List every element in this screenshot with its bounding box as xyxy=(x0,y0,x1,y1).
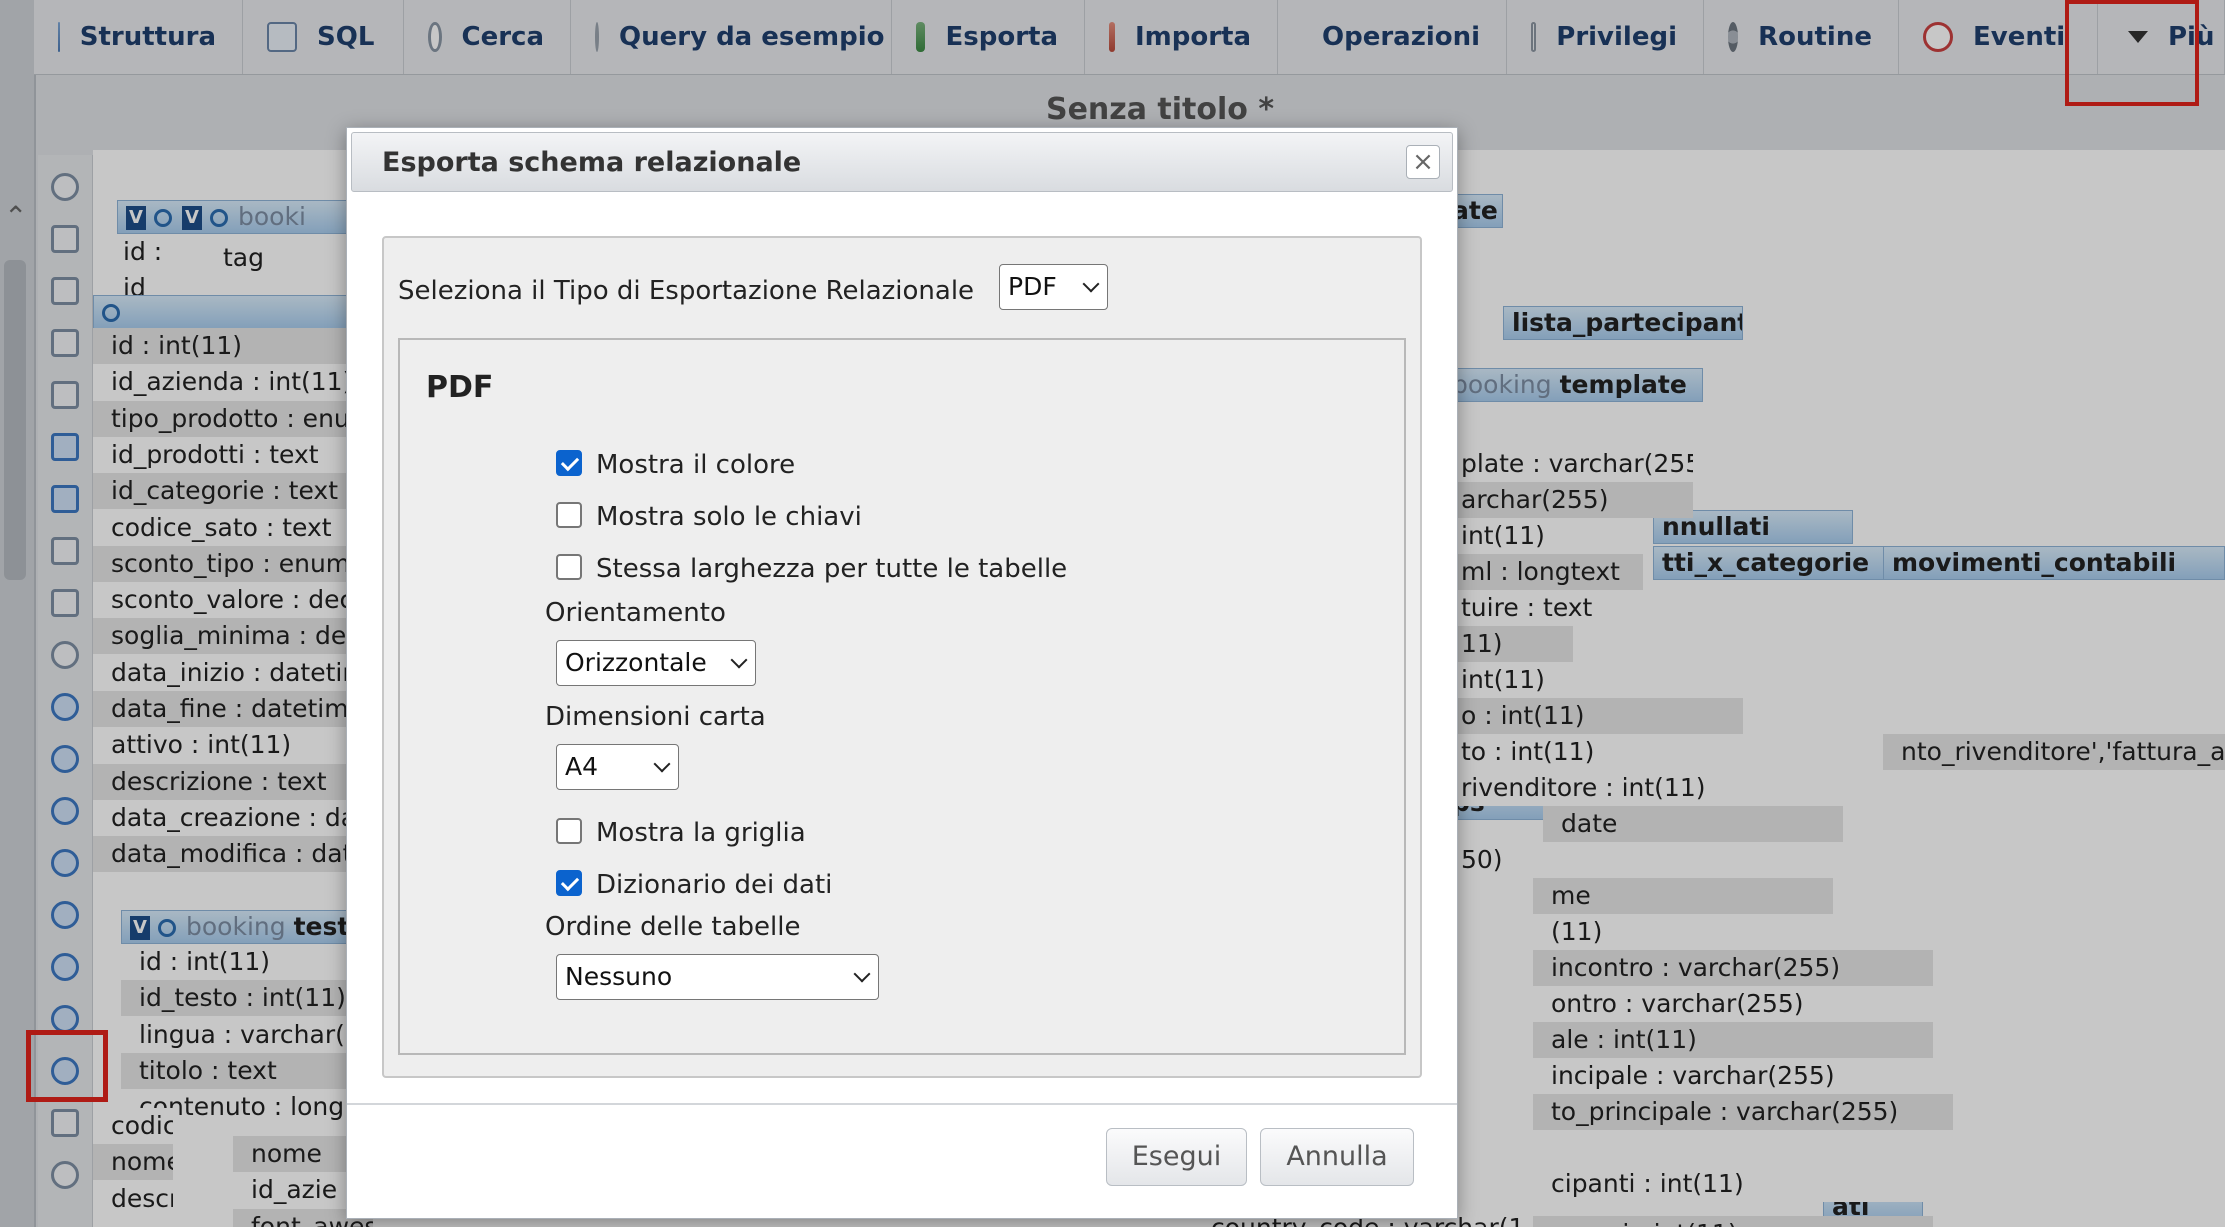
export-type-fieldset: Seleziona il Tipo di Esportazione Relazi… xyxy=(382,236,1422,1078)
chevron-down-icon xyxy=(853,965,871,983)
dialog-titlebar[interactable]: Esporta schema relazionale × xyxy=(351,132,1453,192)
export-type-value: PDF xyxy=(1008,272,1057,301)
pdf-options-fieldset: PDF Mostra il colore Mostra solo le chia… xyxy=(398,338,1406,1055)
paper-size-label: Dimensioni carta xyxy=(545,702,766,732)
option-same-width[interactable]: Stessa larghezza per tutte le tabelle xyxy=(556,553,1068,584)
close-button[interactable]: × xyxy=(1406,145,1440,179)
chevron-down-icon xyxy=(653,755,671,773)
table-order-label: Ordine delle tabelle xyxy=(545,912,801,942)
checkbox-same-width[interactable] xyxy=(556,553,582,580)
cancel-button[interactable]: Annulla xyxy=(1260,1128,1414,1186)
pdf-legend: PDF xyxy=(426,370,494,405)
checkbox-data-dictionary[interactable] xyxy=(556,869,582,896)
option-label: Mostra la griglia xyxy=(596,818,806,848)
dialog-title: Esporta schema relazionale xyxy=(382,147,802,178)
checkbox-show-grid[interactable] xyxy=(556,817,582,844)
paper-size-select[interactable]: A4 xyxy=(556,744,679,790)
option-show-keys-only[interactable]: Mostra solo le chiavi xyxy=(556,501,862,532)
option-label: Dizionario dei dati xyxy=(596,870,833,900)
table-order-select[interactable]: Nessuno xyxy=(556,954,879,1000)
option-label: Mostra il colore xyxy=(596,450,796,480)
chevron-down-icon xyxy=(1082,275,1100,293)
option-label: Stessa larghezza per tutte le tabelle xyxy=(596,554,1068,584)
orientation-select[interactable]: Orizzontale xyxy=(556,640,756,686)
export-type-label: Seleziona il Tipo di Esportazione Relazi… xyxy=(398,276,975,306)
orientation-label: Orientamento xyxy=(545,598,726,628)
checkbox-show-color[interactable] xyxy=(556,449,582,476)
checkbox-show-keys-only[interactable] xyxy=(556,501,582,528)
option-show-color[interactable]: Mostra il colore xyxy=(556,449,796,480)
export-type-select[interactable]: PDF xyxy=(999,264,1108,310)
orientation-value: Orizzontale xyxy=(565,648,707,677)
option-data-dictionary[interactable]: Dizionario dei dati xyxy=(556,869,833,900)
execute-button[interactable]: Esegui xyxy=(1106,1128,1247,1186)
option-label: Mostra solo le chiavi xyxy=(596,502,862,532)
table-order-value: Nessuno xyxy=(565,962,673,991)
chevron-down-icon xyxy=(730,651,748,669)
dialog-footer-divider xyxy=(347,1103,1457,1105)
paper-size-value: A4 xyxy=(565,752,599,781)
export-relational-schema-dialog: Esporta schema relazionale × Seleziona i… xyxy=(346,127,1458,1219)
option-show-grid[interactable]: Mostra la griglia xyxy=(556,817,806,848)
